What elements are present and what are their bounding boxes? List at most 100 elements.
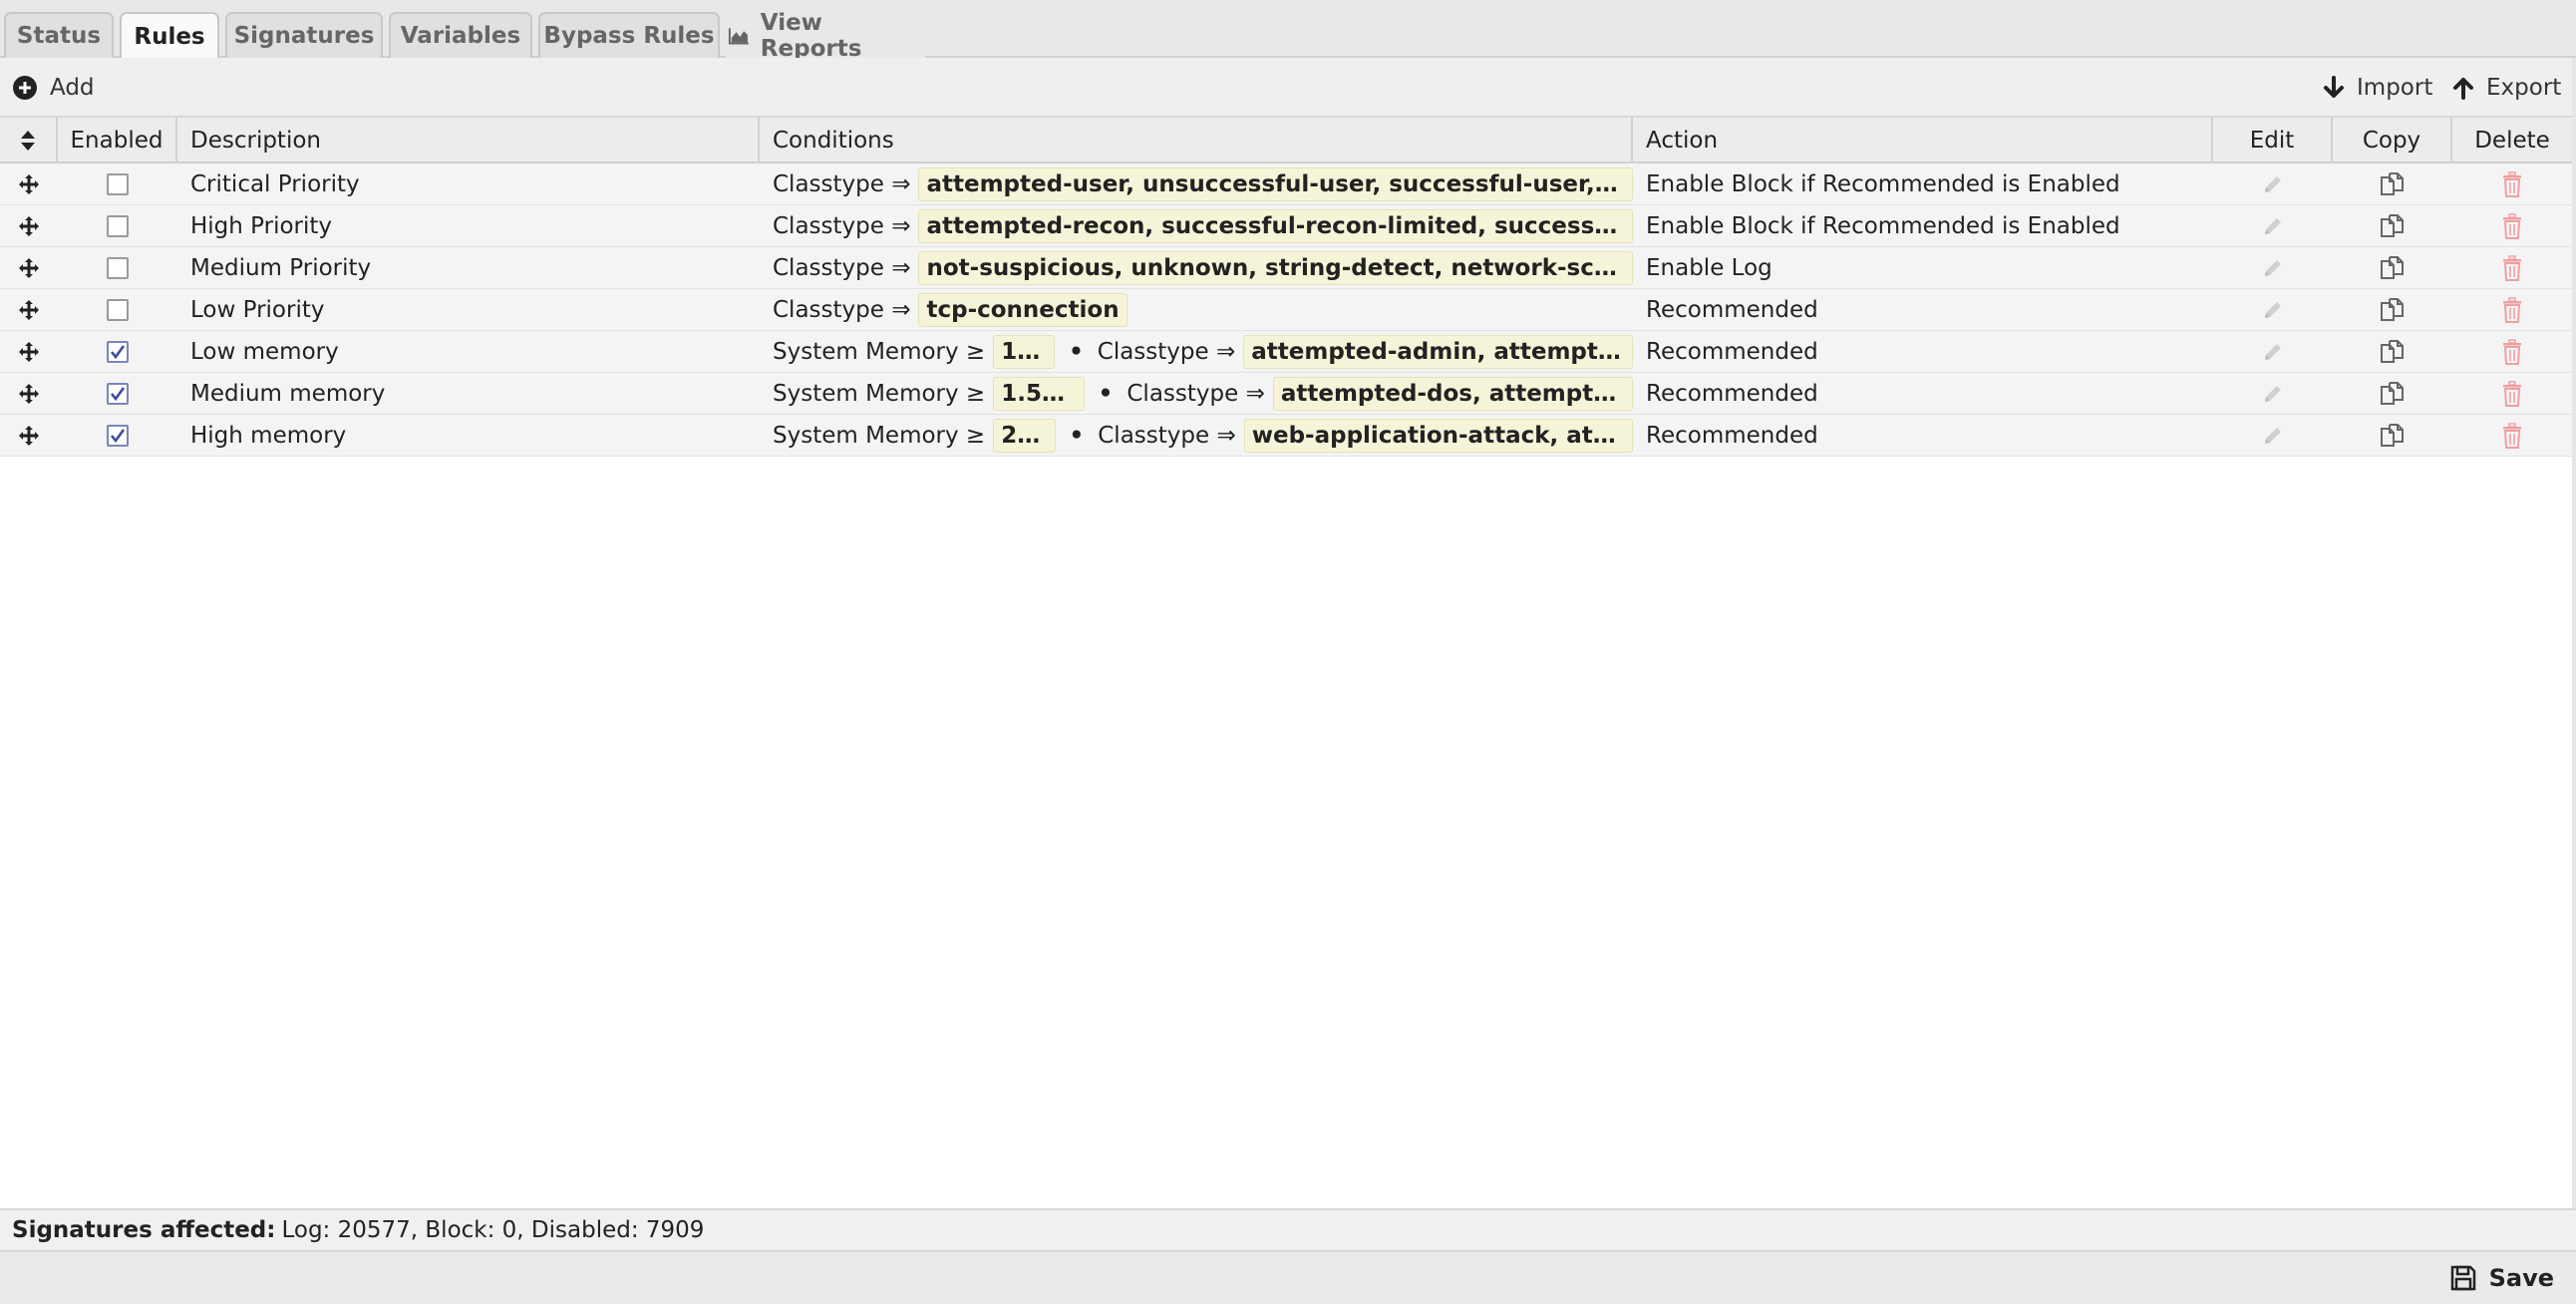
move-icon xyxy=(18,215,40,237)
copy-button[interactable] xyxy=(2333,163,2452,205)
rule-action: Enable Block if Recommended is Enabled xyxy=(1646,171,2120,197)
conditions-column-header[interactable]: Conditions xyxy=(760,118,1633,163)
trash-icon xyxy=(2500,171,2524,197)
table-row[interactable]: Low memory System Memory ≥ 1 GB • Classtype … xyxy=(0,331,2576,373)
delete-button[interactable] xyxy=(2452,205,2572,247)
drag-handle[interactable] xyxy=(0,331,58,373)
signatures-affected-value: Log: 20577, Block: 0, Disabled: 7909 xyxy=(281,1217,705,1243)
tab-rules[interactable]: Rules xyxy=(120,12,219,60)
action-column-header[interactable]: Action xyxy=(1633,118,2213,163)
action-cell: Enable Log xyxy=(1633,247,2213,289)
pencil-icon xyxy=(2261,340,2285,364)
delete-button[interactable] xyxy=(2452,247,2572,289)
edit-button[interactable] xyxy=(2213,205,2333,247)
copy-button[interactable] xyxy=(2333,289,2452,331)
pencil-icon xyxy=(2261,172,2285,196)
rule-description: High Priority xyxy=(190,213,333,239)
trash-icon xyxy=(2500,381,2524,407)
tab-status[interactable]: Status xyxy=(4,12,114,58)
description-cell: Medium Priority xyxy=(177,247,760,289)
delete-button[interactable] xyxy=(2452,373,2572,415)
import-button[interactable]: Import xyxy=(2323,58,2432,118)
sort-icon xyxy=(21,131,35,151)
enabled-column-header[interactable]: Enabled xyxy=(58,118,177,163)
rule-description: Critical Priority xyxy=(190,171,360,197)
pencil-icon xyxy=(2261,298,2285,322)
save-button[interactable]: Save xyxy=(2449,1252,2554,1304)
table-row[interactable]: Medium Priority Classtype ⇒ not-suspicious… xyxy=(0,247,2576,289)
drag-handle[interactable] xyxy=(0,289,58,331)
rule-description: Low memory xyxy=(190,339,339,365)
tab-label: Rules xyxy=(134,24,205,50)
drag-handle[interactable] xyxy=(0,415,58,457)
edit-button[interactable] xyxy=(2213,163,2333,205)
conditions-cell: System Memory ≥ 2 GB • Classtype ⇒ web-appli… xyxy=(760,415,1633,457)
description-cell: Critical Priority xyxy=(177,163,760,205)
import-label: Import xyxy=(2357,75,2433,101)
column-label: Conditions xyxy=(773,128,894,154)
action-cell: Recommended xyxy=(1633,289,2213,331)
action-cell: Recommended xyxy=(1633,415,2213,457)
enabled-cell xyxy=(58,289,177,331)
sort-column-header[interactable] xyxy=(0,118,58,163)
table-row[interactable]: Low Priority Classtype ⇒ tcp-connection Rec… xyxy=(0,289,2576,331)
condition-label: System Memory ≥ xyxy=(773,423,986,449)
condition-label: Classtype ⇒ xyxy=(773,297,911,323)
trash-icon xyxy=(2500,423,2524,449)
pencil-icon xyxy=(2261,214,2285,238)
copy-icon xyxy=(2379,254,2407,282)
description-column-header[interactable]: Description xyxy=(177,118,760,163)
export-button[interactable]: Export xyxy=(2452,58,2561,118)
copy-column-header: Copy xyxy=(2333,118,2452,163)
delete-button[interactable] xyxy=(2452,163,2572,205)
column-label: Edit xyxy=(2249,128,2295,154)
drag-handle[interactable] xyxy=(0,163,58,205)
edit-button[interactable] xyxy=(2213,247,2333,289)
table-row[interactable]: Critical Priority Classtype ⇒ attempted-us… xyxy=(0,163,2576,205)
table-row[interactable]: Medium memory System Memory ≥ 1.50 GB • Clas… xyxy=(0,373,2576,415)
drag-handle[interactable] xyxy=(0,247,58,289)
edit-button[interactable] xyxy=(2213,373,2333,415)
copy-icon xyxy=(2379,338,2407,366)
move-icon xyxy=(18,383,40,405)
edit-button[interactable] xyxy=(2213,415,2333,457)
copy-button[interactable] xyxy=(2333,247,2452,289)
condition-label: Classtype ⇒ xyxy=(1098,423,1236,449)
enabled-checkbox[interactable] xyxy=(107,215,129,237)
table-row[interactable]: High memory System Memory ≥ 2 GB • Classtype… xyxy=(0,415,2576,457)
tab-label: Status xyxy=(16,23,102,49)
enabled-checkbox[interactable] xyxy=(107,383,129,405)
enabled-checkbox[interactable] xyxy=(107,341,129,363)
condition-value-chip: 2 GB xyxy=(993,419,1056,453)
add-button[interactable]: Add xyxy=(12,58,95,118)
enabled-checkbox[interactable] xyxy=(107,299,129,321)
tab-variables[interactable]: Variables xyxy=(389,12,532,58)
enabled-cell xyxy=(58,331,177,373)
enabled-checkbox[interactable] xyxy=(107,425,129,447)
copy-button[interactable] xyxy=(2333,331,2452,373)
delete-button[interactable] xyxy=(2452,289,2572,331)
copy-button[interactable] xyxy=(2333,373,2452,415)
copy-button[interactable] xyxy=(2333,415,2452,457)
tab-signatures[interactable]: Signatures xyxy=(225,12,383,58)
drag-handle[interactable] xyxy=(0,373,58,415)
copy-icon xyxy=(2379,170,2407,198)
copy-button[interactable] xyxy=(2333,205,2452,247)
scrollbar[interactable] xyxy=(2572,58,2576,1208)
tab-view-reports[interactable]: View Reports xyxy=(726,10,925,62)
delete-button[interactable] xyxy=(2452,331,2572,373)
enabled-checkbox[interactable] xyxy=(107,257,129,279)
toolbar: Add Import Export xyxy=(0,58,2576,118)
table-row[interactable]: High Priority Classtype ⇒ attempted-recon,… xyxy=(0,205,2576,247)
enabled-checkbox[interactable] xyxy=(107,173,129,195)
description-cell: Low Priority xyxy=(177,289,760,331)
condition-value-chip: web-application-attack, attempted-... xyxy=(1243,419,1633,453)
delete-button[interactable] xyxy=(2452,415,2572,457)
rule-action: Recommended xyxy=(1646,381,1818,407)
drag-handle[interactable] xyxy=(0,205,58,247)
copy-icon xyxy=(2379,212,2407,240)
edit-button[interactable] xyxy=(2213,331,2333,373)
edit-button[interactable] xyxy=(2213,289,2333,331)
column-label: Delete xyxy=(2474,128,2550,154)
tab-bypass-rules[interactable]: Bypass Rules xyxy=(538,12,720,58)
